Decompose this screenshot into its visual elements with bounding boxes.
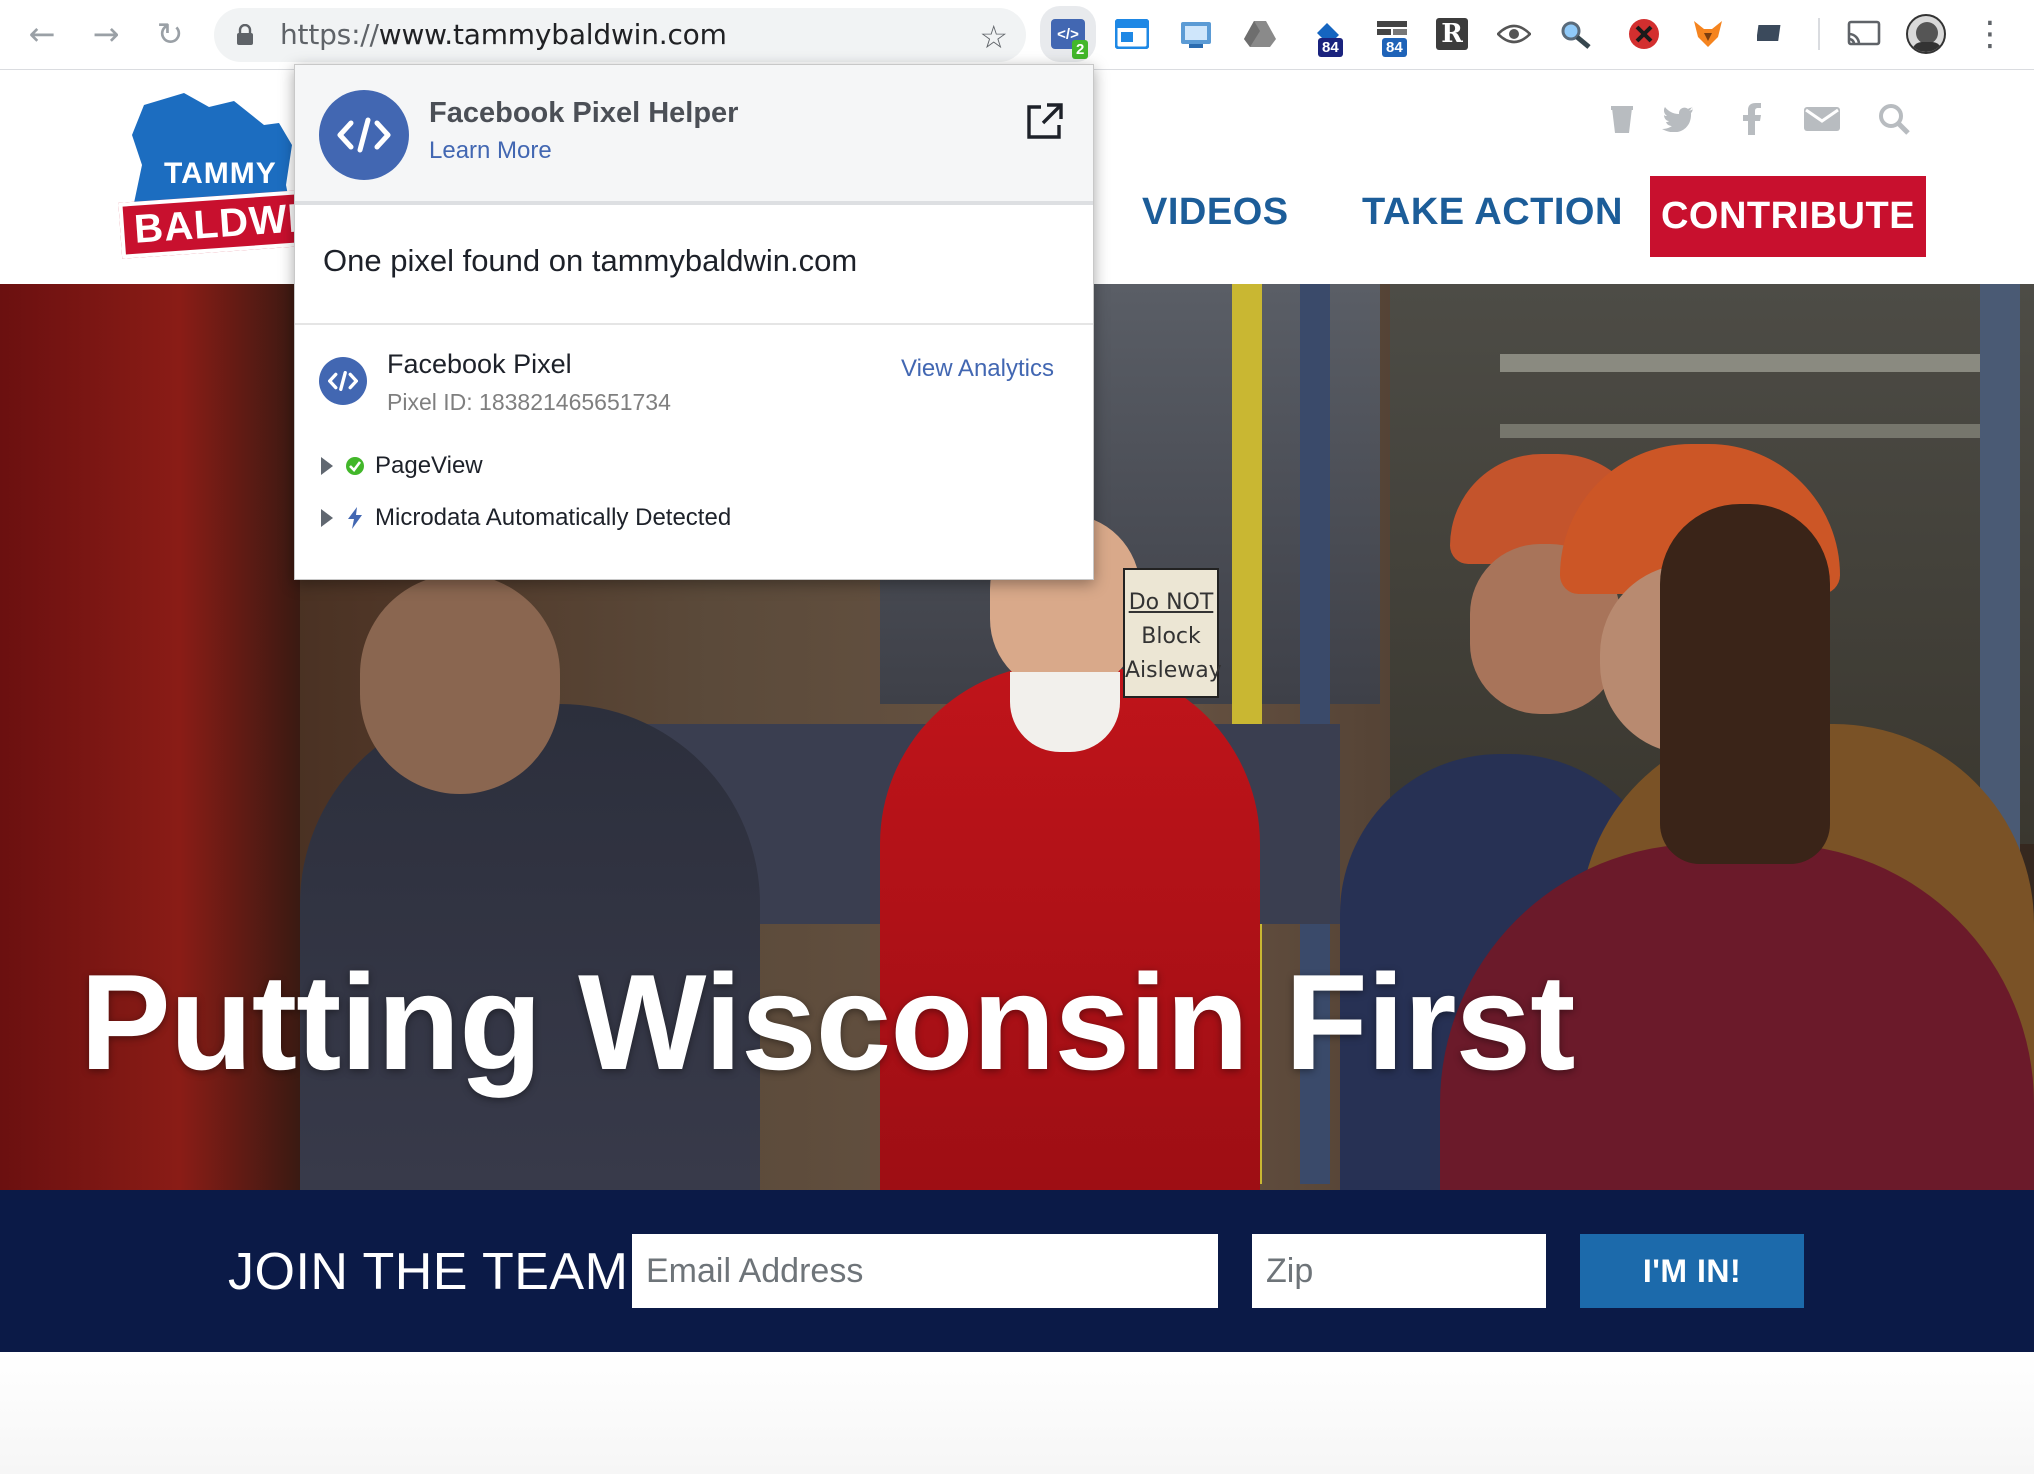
check-circle-icon — [346, 457, 364, 475]
fox-extension-icon[interactable] — [1688, 14, 1728, 54]
popup-title: Facebook Pixel Helper — [429, 97, 739, 129]
popup-header: Facebook Pixel Helper Learn More — [295, 65, 1093, 205]
extension-badge-84-b: 84 — [1382, 38, 1407, 57]
event-label: PageView — [375, 452, 483, 479]
pixel-found-text: One pixel found on tammybaldwin.com — [323, 243, 858, 278]
search-icon[interactable] — [1874, 99, 1914, 139]
expand-triangle-icon — [321, 509, 333, 527]
join-the-team-band: JOIN THE TEAM Email Address Zip I'M IN! — [0, 1190, 2034, 1352]
sign-line: Do NOT — [1128, 590, 1214, 615]
readability-extension-icon[interactable]: R — [1432, 14, 1472, 54]
sign-line: Block — [1141, 624, 1201, 649]
facebook-icon[interactable] — [1732, 99, 1772, 139]
url-host: www.tammybaldwin.com — [378, 18, 727, 51]
address-bar[interactable]: https://www.tammybaldwin.com ☆ — [214, 8, 1026, 62]
back-icon[interactable]: ← — [20, 12, 64, 56]
eye-extension-icon[interactable] — [1494, 14, 1534, 54]
blocker-extension-icon[interactable] — [1624, 14, 1664, 54]
drive-extension-icon[interactable] — [1240, 14, 1280, 54]
nav-videos[interactable]: VIDEOS — [1142, 191, 1289, 234]
join-title: JOIN THE TEAM — [228, 1243, 629, 1301]
site-logo[interactable]: TAMMY BALDWIN — [114, 85, 346, 260]
url-protocol: https:// — [280, 18, 379, 51]
screen: { "browser": { "url_protocol": "https://… — [0, 0, 2034, 1474]
toolbar-separator — [1818, 18, 1820, 50]
store-cup-icon[interactable] — [1602, 99, 1642, 139]
divider — [295, 323, 1093, 325]
contribute-button[interactable]: CONTRIBUTE — [1650, 176, 1926, 257]
profile-avatar[interactable] — [1906, 14, 1946, 54]
event-row-pageview[interactable]: PageView — [321, 449, 483, 483]
reload-icon[interactable]: ↻ — [148, 12, 192, 56]
analytics-extension-icon[interactable]: 84 — [1310, 14, 1350, 57]
nav-take-action[interactable]: TAKE ACTION — [1362, 191, 1623, 234]
pixel-code-icon — [319, 357, 367, 405]
lightning-icon — [348, 507, 362, 529]
page-bottom-area — [0, 1352, 2034, 1474]
email-icon[interactable] — [1802, 99, 1842, 139]
hero-title: Putting Wisconsin First — [80, 946, 1575, 1098]
im-in-button[interactable]: I'M IN! — [1580, 1234, 1804, 1308]
extension-badge: 2 — [1072, 40, 1089, 59]
bookmark-star-icon[interactable]: ☆ — [979, 18, 1008, 56]
browser-menu-icon[interactable]: ⋮ — [1968, 12, 2012, 56]
pixel-helper-extension-icon[interactable]: </> 2 — [1040, 6, 1096, 62]
view-analytics-link[interactable]: View Analytics — [901, 355, 1054, 383]
event-label: Microdata Automatically Detected — [375, 504, 732, 531]
twitter-icon[interactable] — [1658, 99, 1698, 139]
pixel-helper-popup: Facebook Pixel Helper Learn More One pix… — [294, 64, 1094, 580]
lock-icon — [237, 24, 253, 45]
grid-extension-icon[interactable]: 84 — [1372, 14, 1412, 57]
cast-icon[interactable] — [1844, 14, 1884, 54]
expand-triangle-icon — [321, 457, 333, 475]
sign-line: Aisleway — [1125, 658, 1222, 683]
open-external-icon[interactable] — [1023, 101, 1065, 143]
url-text: https://www.tammybaldwin.com — [280, 8, 727, 62]
browser-toolbar: ← → ↻ https://www.tammybaldwin.com ☆ </>… — [0, 0, 2034, 70]
monitor-extension-icon[interactable] — [1752, 14, 1792, 54]
do-not-block-sign: Do NOT Block Aisleway — [1123, 568, 1222, 698]
extension-badge-84-a: 84 — [1318, 38, 1343, 57]
screenshot-extension-icon[interactable] — [1176, 14, 1216, 54]
forward-icon[interactable]: → — [84, 12, 128, 56]
pixel-id: Pixel ID: 183821465651734 — [387, 389, 671, 415]
pixel-name: Facebook Pixel — [387, 349, 572, 379]
window-extension-icon[interactable] — [1112, 14, 1152, 54]
magnifier-extension-icon[interactable] — [1556, 14, 1596, 54]
zip-field[interactable]: Zip — [1252, 1234, 1546, 1308]
event-row-microdata[interactable]: Microdata Automatically Detected — [321, 501, 731, 535]
pixel-helper-logo-icon — [319, 90, 409, 180]
learn-more-link[interactable]: Learn More — [429, 137, 552, 165]
email-field[interactable]: Email Address — [632, 1234, 1218, 1308]
logo-tammy-text: TAMMY — [164, 157, 277, 190]
